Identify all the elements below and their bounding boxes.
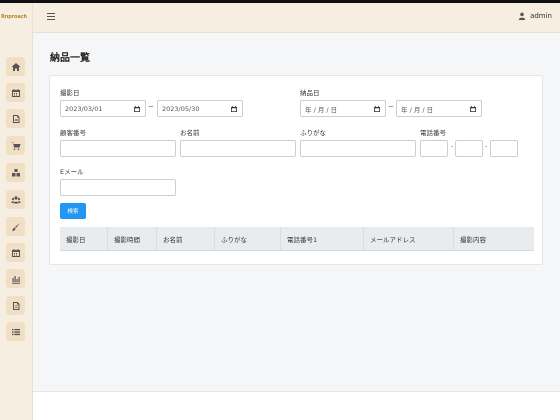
phone-separator: - (485, 143, 488, 151)
column-header[interactable]: メールアドレス (364, 227, 454, 251)
sidebar-item-cubes[interactable] (6, 163, 25, 182)
main-content: 納品一覧 撮影日 2023/03/01 ~ 2023/05/30 納品日 年 /… (33, 33, 560, 391)
sidebar-item-calendar[interactable] (6, 83, 25, 102)
furigana-input[interactable] (300, 140, 416, 157)
phone-part1-input[interactable] (420, 140, 448, 157)
user-icon (518, 12, 526, 20)
shoot-date-label: 撮影日 (60, 89, 80, 97)
shoot-date-to-input[interactable]: 2023/05/30 (157, 100, 243, 117)
shoot-date-range-separator: ~ (148, 103, 154, 111)
column-header[interactable]: 撮影内容 (454, 227, 534, 251)
file-icon (12, 114, 19, 123)
sidebar-item-users[interactable] (6, 190, 25, 209)
cubes-icon (11, 168, 20, 176)
chart-icon (11, 275, 20, 284)
logo: Rnproach (1, 14, 27, 20)
shoot-date-from-input[interactable]: 2023/03/01 (60, 100, 146, 117)
calendar-icon (11, 88, 20, 97)
sidebar-item-file-alt[interactable] (6, 296, 25, 315)
delivery-date-to-input[interactable]: 年 / 月 / 日 (396, 100, 482, 117)
brush-icon (11, 222, 20, 231)
footer (33, 391, 560, 420)
calendar-alt-icon (11, 248, 20, 257)
name-input[interactable] (180, 140, 296, 157)
phone-part2-input[interactable] (455, 140, 483, 157)
calendar-picker-icon[interactable] (134, 106, 140, 112)
column-header[interactable]: 撮影時間 (108, 227, 157, 251)
column-header[interactable]: お名前 (157, 227, 215, 251)
calendar-picker-icon[interactable] (470, 106, 476, 112)
file-alt-icon (12, 301, 19, 310)
delivery-date-label: 納品日 (300, 89, 320, 97)
column-header[interactable]: 撮影日 (60, 227, 108, 251)
menu-toggle-icon[interactable] (47, 13, 55, 20)
name-label: お名前 (180, 129, 200, 137)
email-label: Eメール (60, 168, 84, 176)
results-table-header: 撮影日 撮影時間 お名前 ふりがな 電話番号1 メールアドレス 撮影内容 (60, 227, 534, 251)
calendar-picker-icon[interactable] (374, 106, 380, 112)
sidebar-item-chart[interactable] (6, 269, 25, 288)
sidebar: Rnproach (0, 3, 33, 420)
phone-label: 電話番号 (420, 129, 446, 137)
phone-part3-input[interactable] (490, 140, 518, 157)
sidebar-item-calendar-alt[interactable] (6, 243, 25, 262)
column-header[interactable]: ふりがな (215, 227, 281, 251)
calendar-picker-icon[interactable] (231, 106, 237, 112)
top-bar: admin (33, 3, 560, 33)
users-icon (10, 195, 21, 203)
user-name: admin (530, 12, 552, 20)
customer-number-label: 顧客番号 (60, 129, 86, 137)
sidebar-item-home[interactable] (6, 57, 25, 76)
sidebar-item-file[interactable] (6, 109, 25, 128)
phone-separator: - (451, 143, 454, 151)
sidebar-item-cart[interactable] (6, 136, 25, 155)
user-menu[interactable]: admin (518, 12, 552, 20)
sidebar-item-brush[interactable] (6, 217, 25, 236)
page-title: 納品一覧 (50, 53, 90, 64)
delivery-date-from-input[interactable]: 年 / 月 / 日 (300, 100, 386, 117)
delivery-date-range-separator: ~ (388, 103, 394, 111)
email-input[interactable] (60, 179, 176, 196)
customer-number-input[interactable] (60, 140, 176, 157)
cart-icon (11, 142, 20, 150)
home-icon (11, 62, 20, 71)
search-button[interactable]: 検索 (60, 203, 86, 219)
search-card: 撮影日 2023/03/01 ~ 2023/05/30 納品日 年 / 月 / … (49, 75, 543, 265)
sidebar-item-list[interactable] (6, 322, 25, 341)
furigana-label: ふりがな (300, 129, 326, 137)
column-header[interactable]: 電話番号1 (281, 227, 364, 251)
list-icon (11, 328, 20, 335)
